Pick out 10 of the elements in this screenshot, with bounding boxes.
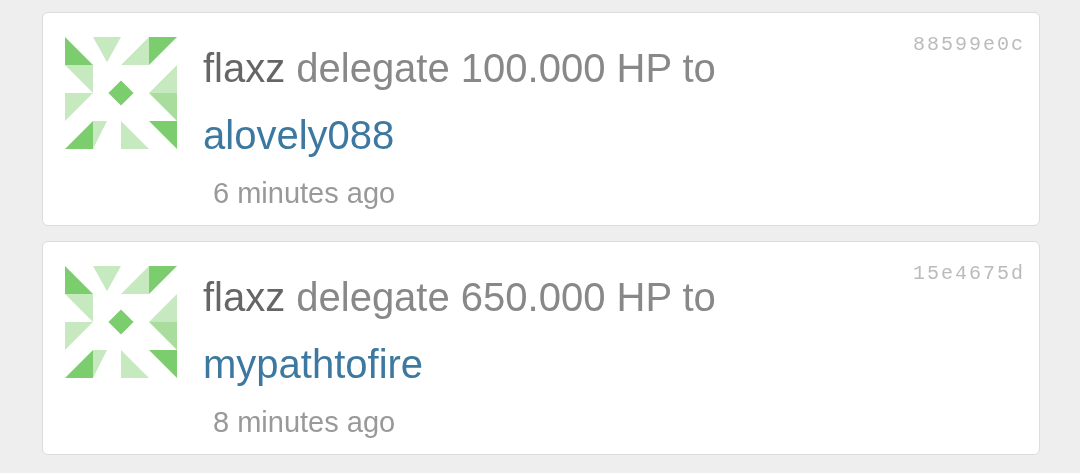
timestamp: 8 minutes ago	[213, 406, 397, 439]
timestamp: 6 minutes ago	[213, 177, 397, 210]
username-link[interactable]: flaxz	[203, 35, 286, 102]
action-text: delegate 100.000 HP to	[296, 45, 716, 92]
target-link[interactable]: mypathtofire	[203, 331, 424, 398]
target-link[interactable]: alovely088	[203, 102, 395, 169]
transaction-hash: 88599e0c	[913, 33, 1025, 56]
transaction-hash: 15e4675d	[913, 262, 1025, 285]
username-link[interactable]: flaxz	[203, 264, 286, 331]
action-text: delegate 650.000 HP to	[296, 274, 716, 321]
